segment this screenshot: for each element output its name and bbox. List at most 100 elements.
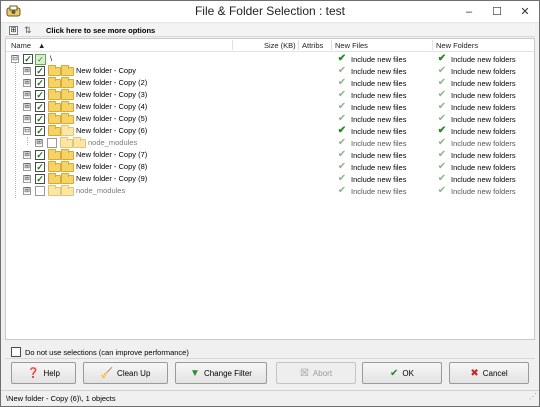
maximize-button[interactable]: ☐ [483,1,511,22]
collapse-icon[interactable]: ⊟ [23,127,31,135]
tree-row[interactable]: ⊞ ✓ New folder - Copy (8) ✔ Include new f… [6,161,534,173]
folder-tree[interactable]: Name ▲ Size (KB) Attribs New Files New F… [5,38,535,340]
row-label: New folder - Copy (7) [76,150,148,159]
column-new-folders[interactable]: New Folders [436,41,478,50]
new-folders-option[interactable]: ✔ Include new folders [436,161,516,173]
new-folders-option[interactable]: ✔ Include new folders [436,173,516,185]
new-folders-option[interactable]: ✔ Include new folders [436,149,516,161]
new-folders-option[interactable]: ✔ Include new folders [436,65,516,77]
include-folders-check-icon: ✔ [437,137,447,148]
row-checkbox[interactable]: ✓ [35,114,45,124]
collapse-icon[interactable]: ⊟ [11,55,19,63]
tree-row[interactable]: ⊞ node_modules ✔ Include new files ✔ Inclu… [6,185,534,197]
new-files-option[interactable]: ✔ Include new files [336,77,407,89]
row-checkbox[interactable]: ✓ [35,174,45,184]
expand-icon[interactable]: ⊞ [23,163,31,171]
expand-icon[interactable]: ⊞ [23,79,31,87]
resize-grip-icon[interactable]: ⋰ [529,389,537,404]
row-checkbox[interactable]: ✓ [35,102,45,112]
sort-ascending-icon: ▲ [38,41,46,50]
expand-icon[interactable]: ⊞ [23,91,31,99]
new-folders-option[interactable]: ✔ Include new folders [436,89,516,101]
new-files-option[interactable]: ✔ Include new files [336,113,407,125]
clean-up-button[interactable]: 🧹 Clean Up [83,362,168,384]
new-files-option[interactable]: ✔ Include new files [336,185,407,197]
ok-button[interactable]: ✔ OK [362,362,442,384]
tree-row[interactable]: ⊞ ✓ New folder - Copy ✔ Include new files… [6,65,534,77]
tree-row-root[interactable]: ⊟ ✓ ✓ \ ✔ Include new files ✔ Include new … [6,53,534,65]
new-folders-option[interactable]: ✔ Include new folders [436,53,516,65]
row-checkbox[interactable]: ✓ [35,78,45,88]
tree-row[interactable]: ⊞ ✓ New folder - Copy (9) ✔ Include new f… [6,173,534,185]
checkmark-icon: ✔ [390,367,399,379]
new-folders-option[interactable]: ✔ Include new folders [436,137,516,149]
new-files-option[interactable]: ✔ Include new files [336,173,407,185]
abort-button[interactable]: ☒ Abort [276,362,356,384]
include-files-check-icon: ✔ [337,77,347,88]
column-separator[interactable] [298,40,299,50]
tree-row[interactable]: ⊞ ✓ New folder - Copy (7) ✔ Include new f… [6,149,534,161]
new-files-option[interactable]: ✔ Include new files [336,161,407,173]
more-options-link[interactable]: Click here to see more options [46,26,155,35]
minimize-button[interactable]: – [455,1,483,22]
row-checkbox[interactable]: ✓ [35,150,45,160]
new-folders-option[interactable]: ✔ Include new folders [436,101,516,113]
new-files-option[interactable]: ✔ Include new files [336,101,407,113]
new-files-option[interactable]: ✔ Include new files [336,149,407,161]
include-files-check-icon: ✔ [337,101,347,112]
column-new-files[interactable]: New Files [335,41,368,50]
tree-row[interactable]: ⊞ ✓ New folder - Copy (2) ✔ Include new f… [6,77,534,89]
new-folders-option[interactable]: ✔ Include new folders [436,77,516,89]
expand-collapse-icon[interactable]: ⊞ [9,25,18,35]
change-filter-button[interactable]: ▼ Change Filter [175,362,267,384]
expand-icon[interactable]: ⊞ [23,67,31,75]
column-size[interactable]: Size (KB) [264,41,296,50]
tree-row[interactable]: ⊞ ✓ New folder - Copy (4) ✔ Include new f… [6,101,534,113]
column-separator[interactable] [432,40,433,50]
title-bar: File & Folder Selection : test – ☐ ✕ [1,1,539,23]
tree-row[interactable]: ⊞ ✓ New folder - Copy (5) ✔ Include new f… [6,113,534,125]
expand-icon[interactable]: ⊞ [23,151,31,159]
row-checkbox[interactable] [47,138,57,148]
tree-row-expanded[interactable]: ⊟ ✓ New folder - Copy (6) ✔ Include new f… [6,125,534,137]
row-checkbox[interactable]: ✓ [35,162,45,172]
performance-option[interactable]: Do not use selections (can improve perfo… [11,347,189,357]
folder-icon [61,101,74,112]
expand-icon[interactable]: ⊞ [23,175,31,183]
new-files-option[interactable]: ✔ Include new files [336,89,407,101]
row-checkbox[interactable]: ✓ [35,90,45,100]
new-folders-option[interactable]: ✔ Include new folders [436,185,516,197]
tree-row[interactable]: ⊞ ✓ New folder - Copy (3) ✔ Include new f… [6,89,534,101]
folder-icon [60,137,73,148]
cancel-button[interactable]: ✖ Cancel [449,362,529,384]
column-separator[interactable] [331,40,332,50]
new-files-option[interactable]: ✔ Include new files [336,137,407,149]
column-separator[interactable] [232,40,233,50]
new-files-option[interactable]: ✔ Include new files [336,125,407,137]
row-checkbox[interactable]: ✓ [35,126,45,136]
new-files-option[interactable]: ✔ Include new files [336,53,407,65]
close-button[interactable]: ✕ [511,1,539,22]
column-attribs[interactable]: Attribs [302,41,323,50]
column-name[interactable]: Name [11,41,31,50]
new-folders-option[interactable]: ✔ Include new folders [436,125,516,137]
performance-checkbox[interactable] [11,347,21,357]
row-checkbox[interactable] [35,186,45,196]
open-folder-icon [61,125,74,136]
help-button[interactable]: ❓ Help [11,362,76,384]
row-checkbox[interactable]: ✓ [35,66,45,76]
include-folders-check-icon: ✔ [437,173,447,184]
expand-icon[interactable]: ⊞ [35,139,43,147]
expand-icon[interactable]: ⊞ [23,103,31,111]
expand-icon[interactable]: ⊞ [23,115,31,123]
row-label: New folder - Copy (5) [76,114,148,123]
new-folders-option[interactable]: ✔ Include new folders [436,113,516,125]
sort-icon[interactable]: ⇅ [24,25,34,36]
tree-row-child[interactable]: ⊞ node_modules ✔ Include new files ✔ Inclu… [6,137,534,149]
include-folders-check-icon: ✔ [437,149,447,160]
broom-icon: 🧹 [100,367,114,379]
new-files-option[interactable]: ✔ Include new files [336,65,407,77]
root-checkbox[interactable]: ✓ [23,54,33,64]
expand-icon[interactable]: ⊞ [23,187,31,195]
folder-icon [61,149,74,160]
